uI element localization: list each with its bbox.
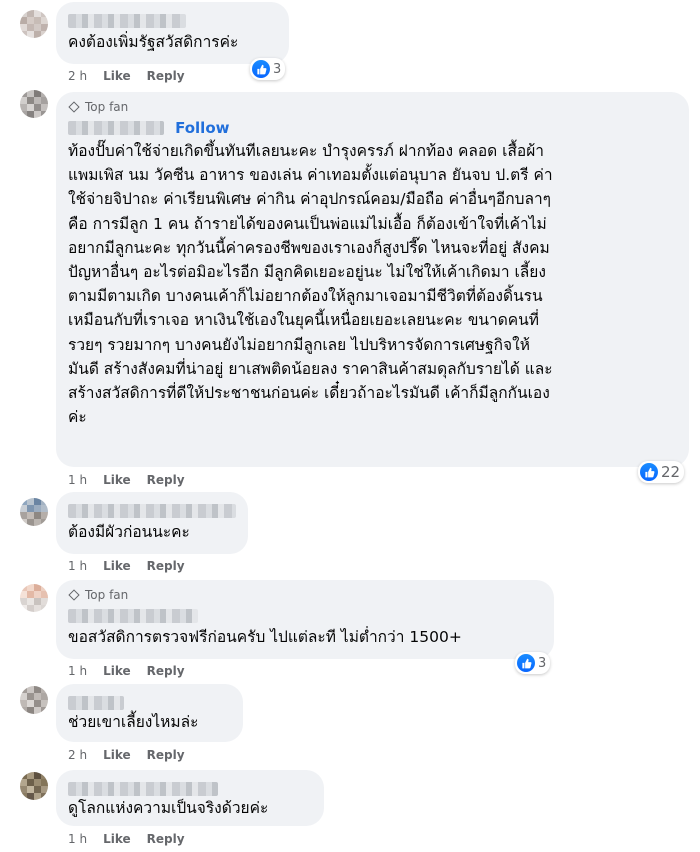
- comment-bubble: Top fan Follow ท้องปั๊บค่าใช้จ่ายเกิดขึ้…: [56, 92, 689, 467]
- top-fan-badge: Top fan: [68, 588, 542, 602]
- avatar[interactable]: [20, 90, 48, 118]
- author-name[interactable]: [68, 10, 277, 28]
- author-name[interactable]: [68, 605, 542, 623]
- comment-actions: 1 h Like Reply: [68, 473, 185, 487]
- follow-button[interactable]: Follow: [175, 119, 229, 137]
- like-thumb-icon: [517, 654, 535, 672]
- comment-actions: 2 h Like Reply: [68, 69, 185, 83]
- like-button[interactable]: Like: [103, 69, 131, 83]
- author-name[interactable]: [68, 500, 236, 518]
- author-name[interactable]: [68, 778, 312, 796]
- comment-text: คงต้องเพิ่มรัฐสวัสดิการค่ะ: [68, 33, 239, 51]
- comment-actions: 2 h Like Reply: [68, 748, 185, 762]
- comment-text: ช่วยเขาเลี้ยงไหมล่ะ: [68, 713, 199, 731]
- comment-actions: 1 h Like Reply: [68, 559, 185, 573]
- comment-time[interactable]: 2 h: [68, 748, 87, 762]
- reply-button[interactable]: Reply: [147, 559, 185, 573]
- avatar[interactable]: [20, 498, 48, 526]
- avatar[interactable]: [20, 772, 48, 800]
- comment-time[interactable]: 1 h: [68, 664, 87, 678]
- reply-button[interactable]: Reply: [147, 832, 185, 846]
- diamond-icon: [68, 101, 80, 113]
- reply-button[interactable]: Reply: [147, 69, 185, 83]
- reaction-count: 3: [273, 61, 282, 77]
- reaction-summary[interactable]: 22: [638, 461, 685, 483]
- comment-time[interactable]: 2 h: [68, 69, 87, 83]
- badge-label: Top fan: [85, 100, 129, 114]
- reaction-count: 22: [661, 463, 681, 481]
- comment-text: ดูโลกแห่งความเป็นจริงด้วยค่ะ: [68, 799, 269, 817]
- avatar[interactable]: [20, 584, 48, 612]
- like-button[interactable]: Like: [103, 559, 131, 573]
- comment-text: ขอสวัสดิการตรวจฟรีก่อนครับ ไปแต่ละที ไม่…: [68, 628, 462, 646]
- comment-text: ต้องมีผัวก่อนนะคะ: [68, 523, 190, 541]
- author-name[interactable]: [68, 120, 164, 135]
- author-line: Follow: [68, 117, 677, 137]
- comment-time[interactable]: 1 h: [68, 832, 87, 846]
- comment-bubble: ช่วยเขาเลี้ยงไหมล่ะ: [56, 684, 243, 742]
- diamond-icon: [68, 589, 80, 601]
- like-thumb-icon: [640, 463, 658, 481]
- comment-bubble: ดูโลกแห่งความเป็นจริงด้วยค่ะ: [56, 770, 324, 826]
- reaction-summary[interactable]: 3: [250, 58, 286, 80]
- comment-bubble: Top fan ขอสวัสดิการตรวจฟรีก่อนครับ ไปแต่…: [56, 580, 554, 659]
- reply-button[interactable]: Reply: [147, 748, 185, 762]
- avatar[interactable]: [20, 10, 48, 38]
- comment-bubble: คงต้องเพิ่มรัฐสวัสดิการค่ะ: [56, 2, 289, 64]
- like-button[interactable]: Like: [103, 664, 131, 678]
- like-button[interactable]: Like: [103, 473, 131, 487]
- comment-time[interactable]: 1 h: [68, 559, 87, 573]
- reaction-count: 3: [538, 655, 547, 671]
- like-button[interactable]: Like: [103, 832, 131, 846]
- like-thumb-icon: [252, 60, 270, 78]
- author-name[interactable]: [68, 692, 231, 710]
- comment-text: ท้องปั๊บค่าใช้จ่ายเกิดขึ้นทันทีเลยนะคะ บ…: [68, 142, 553, 427]
- comment-bubble: ต้องมีผัวก่อนนะคะ: [56, 492, 248, 554]
- reply-button[interactable]: Reply: [147, 473, 185, 487]
- top-fan-badge: Top fan: [68, 100, 677, 114]
- badge-label: Top fan: [85, 588, 129, 602]
- like-button[interactable]: Like: [103, 748, 131, 762]
- comment-actions: 1 h Like Reply: [68, 832, 185, 846]
- comment-time[interactable]: 1 h: [68, 473, 87, 487]
- reply-button[interactable]: Reply: [147, 664, 185, 678]
- avatar[interactable]: [20, 686, 48, 714]
- reaction-summary[interactable]: 3: [515, 652, 551, 674]
- comment-actions: 1 h Like Reply: [68, 664, 185, 678]
